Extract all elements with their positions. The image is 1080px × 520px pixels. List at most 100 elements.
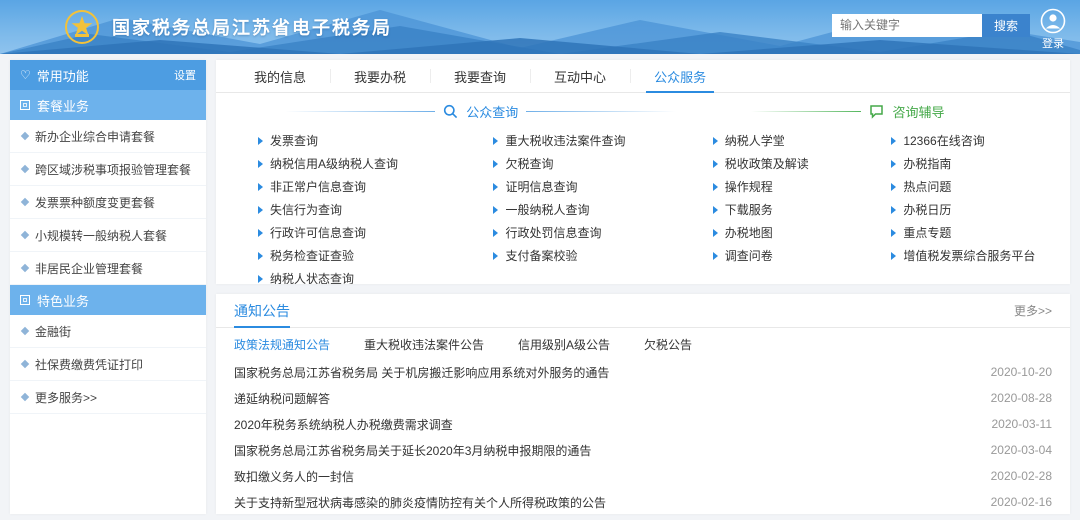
tab-query[interactable]: 我要查询	[430, 60, 530, 92]
bullet-icon	[21, 198, 29, 206]
header-right: 搜索 登录	[832, 4, 1066, 51]
arrow-icon	[493, 206, 498, 214]
arrow-icon	[713, 137, 718, 145]
link-credit-a-query[interactable]: 纳税信用A级纳税人查询	[258, 152, 493, 175]
package-section-label: 套餐业务	[37, 96, 89, 115]
link-tax-map[interactable]: 办税地图	[713, 221, 892, 244]
link-hot-issues[interactable]: 热点问题	[891, 175, 1070, 198]
arrow-icon	[891, 229, 896, 237]
arrow-icon	[713, 206, 718, 214]
link-general-taxpayer-query[interactable]: 一般纳税人查询	[493, 198, 712, 221]
main-tabs: 我的信息 我要办税 我要查询 互动中心 公众服务	[216, 60, 1070, 93]
login-link[interactable]: 登录	[1042, 35, 1064, 51]
sidebar-section-packages[interactable]: 套餐业务	[10, 90, 206, 120]
bullet-icon	[21, 360, 29, 368]
notice-panel: 通知公告 更多>> 政策法规通知公告 重大税收违法案件公告 信用级别A级公告 欠…	[216, 294, 1070, 514]
link-survey[interactable]: 调查问卷	[713, 244, 892, 267]
arrow-icon	[493, 183, 498, 191]
notice-item[interactable]: 国家税务总局江苏省税务局关于延长2020年3月纳税申报期限的通告 2020-03…	[216, 437, 1070, 463]
notice-item[interactable]: 关于支持新型冠状病毒感染的肺炎疫情防控有关个人所得税政策的公告 2020-02-…	[216, 489, 1070, 514]
query-column-2: 重大税收违法案件查询 欠税查询 证明信息查询 一般纳税人查询 行政处罚信息查询 …	[493, 129, 712, 284]
arrow-icon	[713, 229, 718, 237]
link-admin-penalty-query[interactable]: 行政处罚信息查询	[493, 221, 712, 244]
link-key-topics[interactable]: 重点专题	[891, 221, 1070, 244]
sidebar-item-more-services[interactable]: 更多服务>>	[10, 381, 206, 414]
link-vat-invoice-platform[interactable]: 增值税发票综合服务平台	[891, 244, 1070, 267]
link-12366-online[interactable]: 12366在线咨询	[891, 129, 1070, 152]
notice-tab-arrears[interactable]: 欠税公告	[644, 336, 692, 353]
tab-public-services[interactable]: 公众服务	[630, 60, 730, 92]
notice-tab-credit-a[interactable]: 信用级别A级公告	[518, 336, 610, 353]
link-taxpayer-school[interactable]: 纳税人学堂	[713, 129, 892, 152]
link-tax-arrears-query[interactable]: 欠税查询	[493, 152, 712, 175]
notice-item[interactable]: 递延纳税问题解答 2020-08-28	[216, 385, 1070, 411]
notice-more-link[interactable]: 更多>>	[1014, 302, 1052, 319]
notice-tab-policy[interactable]: 政策法规通知公告	[234, 336, 330, 353]
link-abnormal-account-query[interactable]: 非正常户信息查询	[258, 175, 493, 198]
link-certificate-info-query[interactable]: 证明信息查询	[493, 175, 712, 198]
sidebar-item-finance-street[interactable]: 金融街	[10, 315, 206, 348]
arrow-icon	[891, 252, 896, 260]
link-download-service[interactable]: 下载服务	[713, 198, 892, 221]
consult-column: 12366在线咨询 办税指南 热点问题 办税日历 重点专题 增值税发票综合服务平…	[891, 129, 1070, 284]
arrow-icon	[493, 160, 498, 168]
divider-line	[285, 111, 435, 112]
search-button[interactable]: 搜索	[982, 14, 1030, 37]
bullet-icon	[21, 393, 29, 401]
consult-title: 咨询辅导	[892, 102, 944, 121]
user-icon[interactable]	[1040, 8, 1066, 34]
sidebar-item-small-to-general[interactable]: 小规模转一般纳税人套餐	[10, 219, 206, 252]
notice-item[interactable]: 致扣缴义务人的一封信 2020-02-28	[216, 463, 1070, 489]
tab-tax-handling[interactable]: 我要办税	[330, 60, 430, 92]
arrow-icon	[258, 160, 263, 168]
public-services-panel: 我的信息 我要办税 我要查询 互动中心 公众服务 公众查询	[216, 60, 1070, 284]
sidebar-section-special[interactable]: 特色业务	[10, 285, 206, 315]
link-dishonesty-query[interactable]: 失信行为查询	[258, 198, 493, 221]
arrow-icon	[891, 183, 896, 191]
search-input[interactable]	[832, 14, 982, 37]
national-emblem-logo	[64, 9, 100, 45]
sidebar-item-invoice-quota[interactable]: 发票票种额度变更套餐	[10, 186, 206, 219]
tab-my-info[interactable]: 我的信息	[230, 60, 330, 92]
links-grid: 发票查询 纳税信用A级纳税人查询 非正常户信息查询 失信行为查询 行政许可信息查…	[216, 125, 1070, 284]
notice-title-tab[interactable]: 通知公告	[234, 294, 290, 327]
link-tax-guide[interactable]: 办税指南	[891, 152, 1070, 175]
link-tax-policy[interactable]: 税收政策及解读	[713, 152, 892, 175]
special-business-icon	[20, 295, 30, 305]
link-taxpayer-status-query[interactable]: 纳税人状态查询	[258, 267, 493, 284]
common-functions-label: 常用功能	[37, 66, 89, 85]
bullet-icon	[21, 327, 29, 335]
user-area: 登录	[1040, 8, 1066, 51]
arrow-icon	[258, 183, 263, 191]
query-column-1: 发票查询 纳税信用A级纳税人查询 非正常户信息查询 失信行为查询 行政许可信息查…	[258, 129, 493, 284]
search-magnifier-icon	[443, 104, 458, 119]
arrow-icon	[891, 206, 896, 214]
notice-item[interactable]: 国家税务总局江苏省税务局 关于机房搬迁影响应用系统对外服务的通告 2020-10…	[216, 359, 1070, 385]
arrow-icon	[493, 252, 498, 260]
link-payment-record-check[interactable]: 支付备案校验	[493, 244, 712, 267]
link-invoice-query[interactable]: 发票查询	[258, 129, 493, 152]
notice-item[interactable]: 2020年税务系统纳税人办税缴费需求调查 2020-03-11	[216, 411, 1070, 437]
arrow-icon	[258, 252, 263, 260]
package-icon	[20, 100, 30, 110]
settings-button[interactable]: 设置	[174, 67, 196, 83]
link-tax-inspection-cert[interactable]: 税务检查证查验	[258, 244, 493, 267]
arrow-icon	[713, 160, 718, 168]
notice-tab-violation[interactable]: 重大税收违法案件公告	[364, 336, 484, 353]
link-operation-rules[interactable]: 操作规程	[713, 175, 892, 198]
header-left: 国家税务总局江苏省电子税务局	[64, 9, 392, 45]
sidebar-item-new-enterprise[interactable]: 新办企业综合申请套餐	[10, 120, 206, 153]
sidebar-item-nonresident[interactable]: 非居民企业管理套餐	[10, 252, 206, 285]
sidebar-item-cross-region[interactable]: 跨区域涉税事项报验管理套餐	[10, 153, 206, 186]
link-admin-license-query[interactable]: 行政许可信息查询	[258, 221, 493, 244]
link-tax-calendar[interactable]: 办税日历	[891, 198, 1070, 221]
arrow-icon	[493, 229, 498, 237]
sidebar-common-functions-bar: ♡ 常用功能 设置	[10, 60, 206, 90]
special-section-label: 特色业务	[37, 291, 89, 310]
sidebar-item-social-insurance-print[interactable]: 社保费缴费凭证打印	[10, 348, 206, 381]
sidebar: ♡ 常用功能 设置 套餐业务 新办企业综合申请套餐 跨区域涉税事项报验管理套餐 …	[10, 60, 206, 514]
link-major-violation-query[interactable]: 重大税收违法案件查询	[493, 129, 712, 152]
site-title: 国家税务总局江苏省电子税务局	[112, 14, 392, 40]
tab-interaction[interactable]: 互动中心	[530, 60, 630, 92]
bullet-icon	[21, 231, 29, 239]
